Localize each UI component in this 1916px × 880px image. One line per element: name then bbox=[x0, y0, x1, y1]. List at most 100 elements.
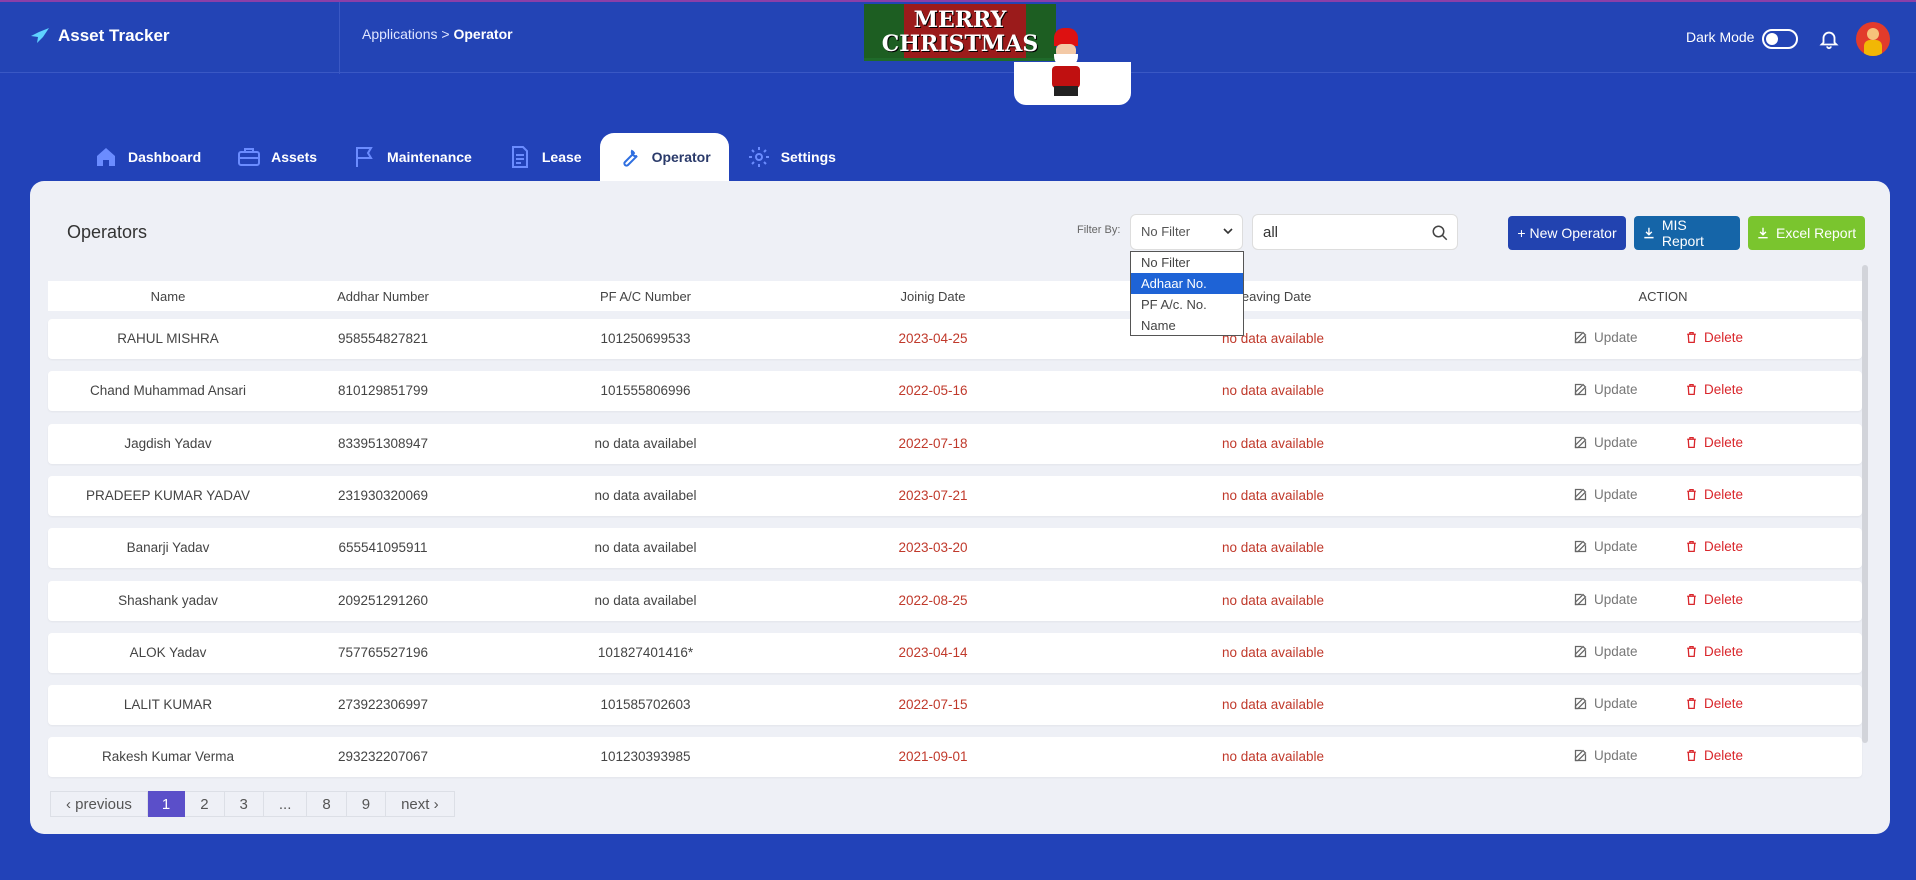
search-box bbox=[1252, 214, 1458, 250]
edit-icon bbox=[1574, 645, 1587, 657]
flag-icon bbox=[356, 147, 373, 167]
scrollbar[interactable] bbox=[1862, 265, 1868, 743]
breadcrumb-parent[interactable]: Applications bbox=[362, 26, 438, 42]
christmas-banner: MERRY CHRISTMAS bbox=[864, 4, 1056, 61]
cell-leaving-date: no data available bbox=[1221, 644, 1325, 660]
bell-icon[interactable] bbox=[1818, 28, 1840, 50]
delete-label: Delete bbox=[1704, 434, 1744, 450]
tab-label: Settings bbox=[780, 149, 836, 165]
trash-icon bbox=[1687, 436, 1696, 448]
download-icon bbox=[1758, 227, 1768, 239]
header-joining-date[interactable]: Joinig Date bbox=[813, 289, 1053, 304]
toggle-knob bbox=[1766, 33, 1778, 45]
wrench-icon bbox=[623, 149, 638, 167]
search-input[interactable] bbox=[1263, 224, 1423, 241]
delete-button[interactable]: Delete bbox=[1685, 435, 1743, 450]
cell-name: Jagdish Yadav bbox=[124, 435, 212, 451]
previous-page-button[interactable]: ‹ previous bbox=[50, 791, 148, 817]
filter-option[interactable]: Name bbox=[1131, 315, 1243, 336]
cell-joining-date: 2023-03-20 bbox=[898, 540, 968, 556]
delete-button[interactable]: Delete bbox=[1685, 696, 1743, 711]
trash-icon bbox=[1687, 331, 1696, 344]
cell-addhar: 209251291260 bbox=[337, 592, 429, 608]
brand[interactable]: Asset Tracker bbox=[30, 26, 170, 46]
delete-button[interactable]: Delete bbox=[1685, 539, 1743, 554]
cell-name: Chand Muhammad Ansari bbox=[89, 383, 247, 399]
filter-option[interactable]: No Filter bbox=[1131, 252, 1243, 273]
excel-report-button[interactable]: Excel Report bbox=[1748, 216, 1865, 250]
page-button[interactable]: 3 bbox=[224, 791, 264, 817]
cell-name: Shashank yadav bbox=[118, 592, 218, 608]
delete-button[interactable]: Delete bbox=[1685, 592, 1743, 607]
delete-label: Delete bbox=[1704, 748, 1744, 764]
breadcrumb: Applications > Operator bbox=[362, 26, 513, 42]
delete-button[interactable]: Delete bbox=[1685, 644, 1743, 659]
gear-icon bbox=[748, 147, 769, 167]
tab-maintenance[interactable]: Maintenance bbox=[335, 133, 490, 181]
delete-label: Delete bbox=[1704, 539, 1744, 555]
home-icon bbox=[97, 148, 115, 166]
cell-pf: 101585702603 bbox=[600, 697, 691, 713]
update-button[interactable]: Update bbox=[1573, 592, 1638, 607]
dark-mode-toggle[interactable] bbox=[1762, 29, 1798, 49]
bird-logo-icon bbox=[31, 28, 49, 43]
update-button[interactable]: Update bbox=[1573, 748, 1638, 763]
filter-option[interactable]: PF A/c. No. bbox=[1131, 294, 1243, 315]
page-button-current[interactable]: 1 bbox=[147, 791, 186, 817]
update-label: Update bbox=[1594, 330, 1638, 345]
edit-icon bbox=[1574, 383, 1587, 396]
avatar[interactable] bbox=[1856, 22, 1890, 56]
pagination: ‹ previous 1 2 3 ... 8 9 next › bbox=[50, 791, 455, 817]
download-icon bbox=[1644, 227, 1654, 239]
delete-button[interactable]: Delete bbox=[1685, 330, 1743, 345]
tab-operator[interactable]: Operator bbox=[599, 133, 729, 181]
update-button[interactable]: Update bbox=[1573, 539, 1638, 554]
cell-addhar: 833951308947 bbox=[337, 435, 429, 451]
header-pf[interactable]: PF A/C Number bbox=[478, 289, 813, 304]
cell-name: LALIT KUMAR bbox=[123, 697, 213, 713]
cell-pf: no data availabel bbox=[594, 487, 697, 503]
page-button[interactable]: 9 bbox=[346, 791, 387, 817]
banner-line1: MERRY bbox=[913, 7, 1007, 33]
filter-option-highlighted[interactable]: Adhaar No. bbox=[1131, 273, 1243, 294]
edit-icon bbox=[1574, 697, 1587, 710]
new-operator-button[interactable]: + New Operator bbox=[1508, 216, 1626, 250]
update-button[interactable]: Update bbox=[1573, 330, 1638, 345]
page-button[interactable]: 8 bbox=[307, 791, 347, 817]
edit-icon bbox=[1574, 488, 1587, 501]
update-label: Update bbox=[1594, 382, 1638, 398]
delete-button[interactable]: Delete bbox=[1685, 748, 1743, 763]
delete-button[interactable]: Delete bbox=[1685, 487, 1743, 502]
cell-joining-date: 2022-07-15 bbox=[898, 697, 968, 713]
update-button[interactable]: Update bbox=[1573, 644, 1638, 659]
cell-pf: 101230393985 bbox=[600, 749, 691, 765]
update-label: Update bbox=[1594, 434, 1638, 450]
update-button[interactable]: Update bbox=[1573, 696, 1638, 711]
tab-dashboard[interactable]: Dashboard bbox=[76, 133, 219, 181]
trash-icon bbox=[1687, 645, 1696, 657]
tab-settings[interactable]: Settings bbox=[729, 133, 854, 181]
filter-value: No Filter bbox=[1141, 224, 1191, 239]
header-name[interactable]: Name bbox=[48, 289, 288, 304]
trash-icon bbox=[1687, 541, 1696, 553]
search-icon[interactable] bbox=[1431, 224, 1449, 242]
update-button[interactable]: Update bbox=[1573, 487, 1638, 502]
cell-name: Rakesh Kumar Verma bbox=[101, 749, 235, 765]
santa-body bbox=[1052, 66, 1080, 88]
filter-select[interactable]: No Filter bbox=[1130, 214, 1243, 250]
santa-legs bbox=[1054, 86, 1078, 96]
cell-pf: 101827401416* bbox=[597, 644, 694, 660]
delete-button[interactable]: Delete bbox=[1685, 382, 1743, 397]
update-button[interactable]: Update bbox=[1573, 382, 1638, 397]
mis-report-button[interactable]: MIS Report bbox=[1634, 216, 1740, 250]
cell-addhar: 958554827821 bbox=[337, 331, 429, 346]
page-button[interactable]: 2 bbox=[185, 791, 225, 817]
next-page-button[interactable]: next › bbox=[386, 791, 455, 817]
tab-assets[interactable]: Assets bbox=[219, 133, 335, 181]
update-button[interactable]: Update bbox=[1573, 435, 1638, 450]
tab-lease[interactable]: Lease bbox=[490, 133, 600, 181]
header-addhar[interactable]: Addhar Number bbox=[288, 289, 478, 304]
cell-leaving-date: no data available bbox=[1221, 383, 1325, 399]
cell-addhar: 231930320069 bbox=[337, 487, 429, 503]
cell-joining-date: 2022-05-16 bbox=[898, 383, 968, 399]
